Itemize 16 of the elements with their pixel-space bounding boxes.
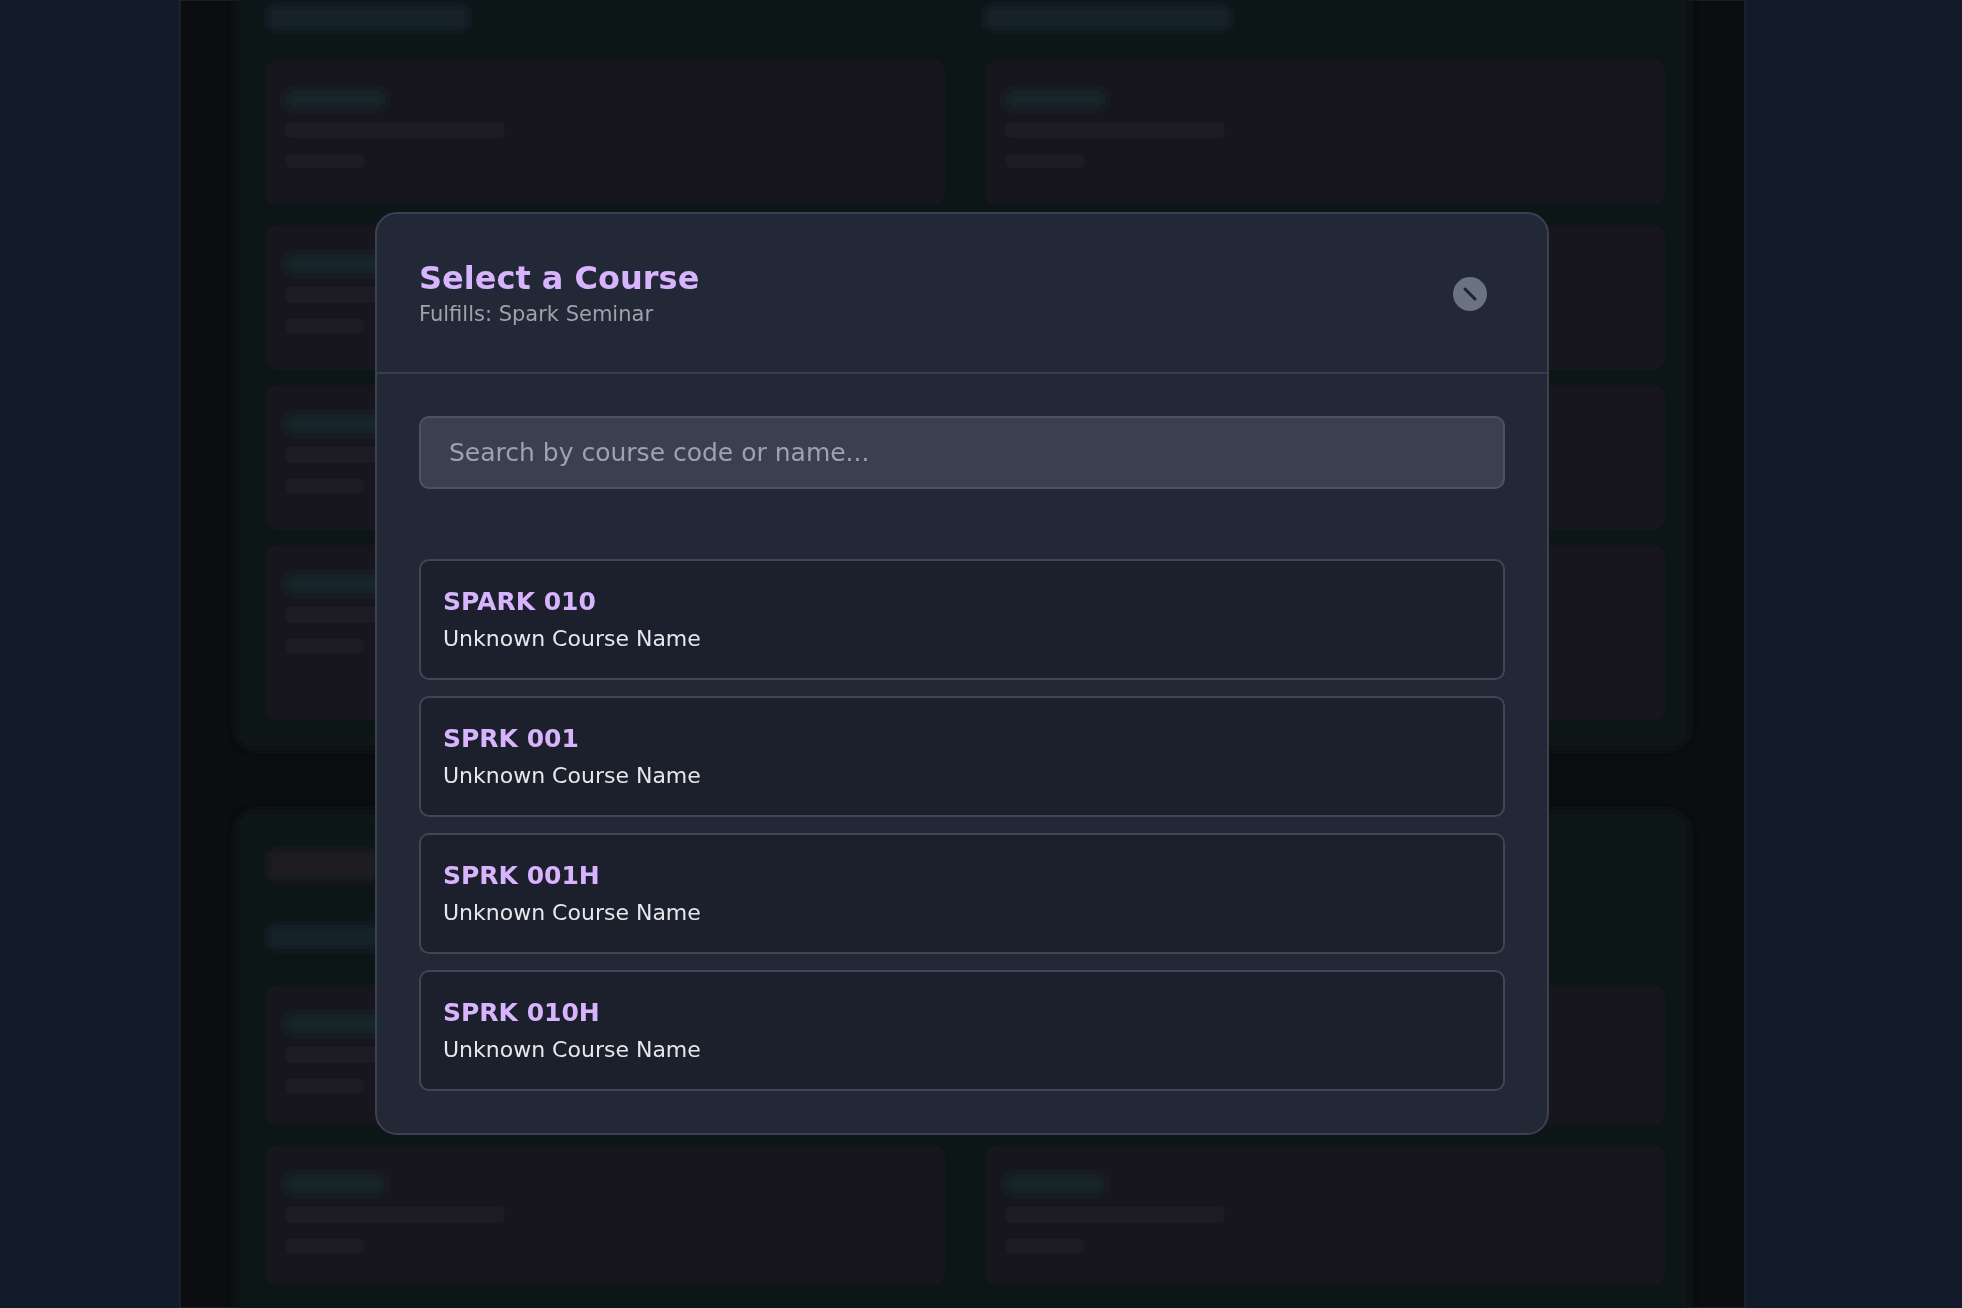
course-name: Unknown Course Name — [443, 1035, 702, 1064]
course-name: Unknown Course Name — [443, 624, 702, 653]
course-code: SPRK 001H — [443, 859, 601, 892]
course-name: Unknown Course Name — [443, 898, 702, 927]
dialog-title: Select a Course — [419, 258, 700, 298]
course-option[interactable]: SPRK 010H Unknown Course Name — [419, 970, 1505, 1091]
course-code: SPRK 010H — [443, 996, 601, 1029]
search-field[interactable]: Search by course code or name... — [419, 416, 1505, 489]
close-icon[interactable] — [1453, 277, 1487, 311]
course-option[interactable]: SPARK 010 Unknown Course Name — [419, 559, 1505, 680]
dialog-subtitle: Fulfills: Spark Seminar — [419, 301, 654, 328]
course-code: SPRK 001 — [443, 722, 580, 755]
course-name: Unknown Course Name — [443, 761, 702, 790]
course-option[interactable]: SPRK 001 Unknown Course Name — [419, 696, 1505, 817]
course-option[interactable]: SPRK 001H Unknown Course Name — [419, 833, 1505, 954]
course-code: SPARK 010 — [443, 585, 597, 618]
